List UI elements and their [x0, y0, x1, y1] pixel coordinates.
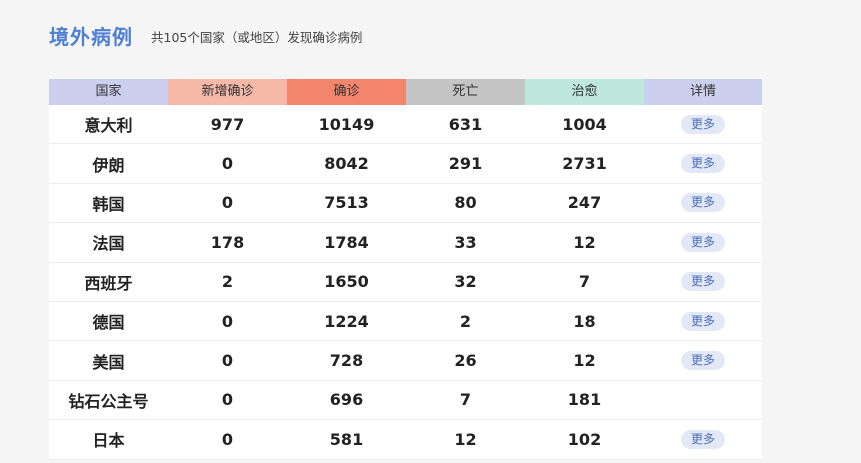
new-confirmed-cell: 0	[221, 351, 234, 371]
country-cell: 意大利	[84, 116, 133, 136]
new-confirmed-cell: 0	[221, 390, 234, 410]
confirmed-cell: 728	[329, 351, 364, 371]
dead-cell: 32	[454, 272, 477, 292]
table-row: 美国 0 728 26 12 更多	[49, 341, 762, 381]
table-row: 日本 0 581 12 102 更多	[49, 420, 762, 460]
new-confirmed-cell: 977	[210, 114, 245, 134]
healed-cell: 181	[567, 390, 602, 410]
confirmed-cell: 1784	[324, 232, 369, 252]
detail-cell	[644, 381, 762, 419]
new-confirmed-cell: 0	[221, 154, 234, 174]
table-row: 德国 0 1224 2 18 更多	[49, 302, 762, 342]
more-button[interactable]: 更多	[681, 232, 725, 252]
page-subtitle: 共105个国家（或地区）发现确诊病例	[151, 30, 363, 45]
more-button[interactable]: 更多	[681, 193, 725, 213]
confirmed-cell: 7513	[324, 193, 369, 213]
detail-cell: 更多	[644, 223, 762, 261]
healed-cell: 247	[567, 193, 602, 213]
dead-cell: 2	[459, 311, 472, 331]
more-button[interactable]: 更多	[681, 272, 725, 292]
more-button[interactable]: 更多	[681, 154, 725, 174]
new-confirmed-cell: 178	[210, 232, 245, 252]
healed-cell: 102	[567, 429, 602, 449]
confirmed-cell: 1650	[324, 272, 369, 292]
confirmed-cell: 696	[329, 390, 364, 410]
detail-cell: 更多	[644, 420, 762, 458]
dead-cell: 7	[459, 390, 472, 410]
detail-cell: 更多	[644, 184, 762, 222]
new-confirmed-cell: 0	[221, 429, 234, 449]
healed-cell: 12	[573, 351, 596, 371]
table-row: 钻石公主号 0 696 7 181	[49, 381, 762, 421]
confirmed-cell: 8042	[324, 154, 369, 174]
header-healed: 治愈	[525, 79, 644, 105]
confirmed-cell: 10149	[318, 114, 375, 134]
page-header: 境外病例 共105个国家（或地区）发现确诊病例	[49, 18, 362, 52]
table-header: 国家 新增确诊 确诊 死亡 治愈 详情	[49, 79, 762, 105]
table-row: 意大利 977 10149 631 1004 更多	[49, 105, 762, 145]
healed-cell: 1004	[562, 114, 607, 134]
detail-cell: 更多	[644, 302, 762, 340]
country-cell: 西班牙	[84, 273, 133, 293]
dead-cell: 12	[454, 429, 477, 449]
header-dead: 死亡	[406, 79, 525, 105]
overseas-cases-table: 国家 新增确诊 确诊 死亡 治愈 详情 意大利 977 10149 631 1004 更多…	[49, 79, 762, 460]
table-row: 伊朗 0 8042 291 2731 更多	[49, 144, 762, 184]
country-cell: 伊朗	[92, 155, 125, 175]
dead-cell: 631	[448, 114, 483, 134]
healed-cell: 12	[573, 232, 596, 252]
country-cell: 钻石公主号	[68, 391, 149, 411]
country-cell: 德国	[92, 313, 125, 333]
table-body: 意大利 977 10149 631 1004 更多 伊朗 0 8042 291 2731 更多 韩国 0 7…	[49, 105, 762, 460]
healed-cell: 7	[578, 272, 591, 292]
dead-cell: 26	[454, 351, 477, 371]
dead-cell: 80	[454, 193, 477, 213]
detail-cell: 更多	[644, 341, 762, 379]
country-cell: 韩国	[92, 194, 125, 214]
country-cell: 美国	[92, 352, 125, 372]
header-detail: 详情	[644, 79, 762, 105]
confirmed-cell: 1224	[324, 311, 369, 331]
more-button[interactable]: 更多	[681, 114, 725, 134]
dead-cell: 291	[448, 154, 483, 174]
table-row: 韩国 0 7513 80 247 更多	[49, 184, 762, 224]
header-new-confirmed: 新增确诊	[168, 79, 287, 105]
new-confirmed-cell: 0	[221, 311, 234, 331]
header-confirmed: 确诊	[287, 79, 406, 105]
more-button[interactable]: 更多	[681, 311, 725, 331]
table-row: 西班牙 2 1650 32 7 更多	[49, 263, 762, 302]
table-row: 法国 178 1784 33 12 更多	[49, 223, 762, 263]
country-cell: 日本	[92, 431, 125, 451]
dead-cell: 33	[454, 232, 477, 252]
detail-cell: 更多	[644, 144, 762, 182]
healed-cell: 2731	[562, 154, 607, 174]
more-button[interactable]: 更多	[681, 429, 725, 449]
new-confirmed-cell: 2	[221, 272, 234, 292]
detail-cell: 更多	[644, 263, 762, 301]
confirmed-cell: 581	[329, 429, 364, 449]
page-title: 境外病例	[49, 24, 133, 49]
new-confirmed-cell: 0	[221, 193, 234, 213]
header-country: 国家	[49, 79, 168, 105]
more-button[interactable]: 更多	[681, 351, 725, 371]
healed-cell: 18	[573, 311, 596, 331]
country-cell: 法国	[92, 234, 125, 254]
detail-cell: 更多	[644, 105, 762, 143]
